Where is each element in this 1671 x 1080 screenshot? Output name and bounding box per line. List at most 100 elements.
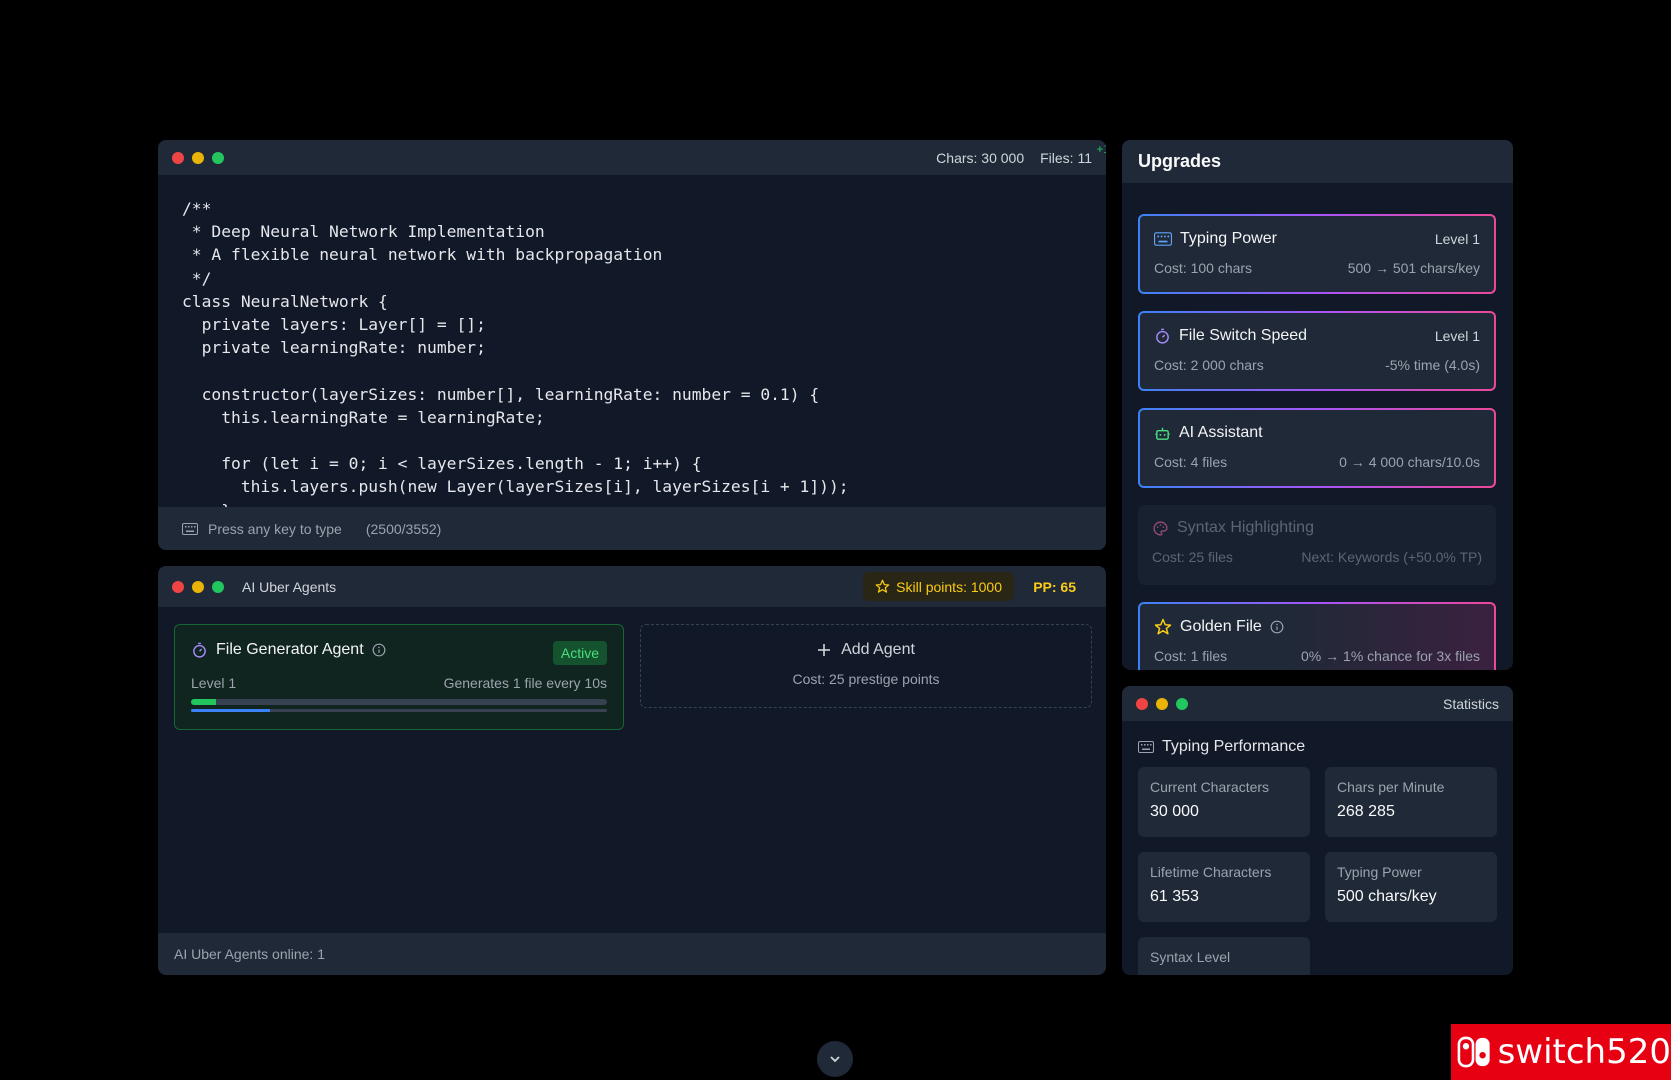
- files-delta: +1: [1096, 142, 1106, 156]
- stat-value: 268 285: [1337, 803, 1395, 820]
- watermark: switch520: [1451, 1024, 1671, 1080]
- upgrade-cost: Cost: 100 chars: [1154, 260, 1253, 276]
- keyboard-icon: [1138, 741, 1154, 753]
- close-dot[interactable]: [1136, 697, 1148, 710]
- upgrade-typing-power[interactable]: Typing Power Level 1 Cost: 100 chars 500…: [1138, 214, 1496, 294]
- stat-value: 30 000: [1150, 803, 1199, 820]
- agents-footer: AI Uber Agents online: 1: [158, 933, 1106, 975]
- upgrades-title: Upgrades: [1122, 140, 1513, 183]
- stat-label: Syntax Level: [1150, 949, 1231, 965]
- upgrade-name: Golden File: [1180, 618, 1262, 635]
- typing-progress: (2500/3552): [365, 520, 442, 537]
- statistics-title: Statistics: [1442, 695, 1499, 712]
- minimize-dot[interactable]: [192, 151, 204, 164]
- skill-points-label: Skill points: 1000: [896, 578, 1002, 595]
- stat-current-characters: Current Characters 30 000: [1138, 767, 1310, 837]
- code-editor-window[interactable]: Chars: 30 000 Files: 11 +1 /** * Deep Ne…: [158, 140, 1106, 550]
- code-line: for (let i = 0; i < layerSizes.length - …: [182, 454, 702, 474]
- type-hint: Press any key to type: [208, 520, 342, 537]
- upgrade-golden-file[interactable]: Golden File Cost: 1 files 0% → 1% chance…: [1138, 602, 1496, 670]
- upgrade-cost: Cost: 2 000 chars: [1154, 357, 1264, 373]
- code-line: private layers: Layer[] = [];: [182, 315, 486, 335]
- code-line: * Deep Neural Network Implementation: [182, 222, 545, 242]
- add-agent-label: Add Agent: [841, 641, 915, 658]
- maximize-dot[interactable]: [212, 580, 224, 593]
- watermark-text: switch520: [1497, 1032, 1671, 1072]
- code-line: class NeuralNetwork {: [182, 291, 388, 311]
- stat-label: Lifetime Characters: [1150, 864, 1272, 880]
- upgrade-name: AI Assistant: [1179, 424, 1263, 441]
- scroll-down-button[interactable]: [817, 1041, 853, 1077]
- minimize-dot[interactable]: [1156, 697, 1168, 710]
- prestige-points: PP: 65: [1033, 578, 1076, 595]
- code-line: private learningRate: number;: [182, 338, 486, 358]
- code-line: this.layers.push(new Layer(layerSizes[i]…: [182, 477, 849, 497]
- keyboard-icon: [182, 522, 198, 535]
- upgrade-level: Level 1: [1434, 231, 1480, 247]
- upgrades-panel: Upgrades Typing Power Level 1 Cost: 100 …: [1122, 140, 1513, 670]
- chevron-down-icon: [830, 1056, 840, 1063]
- stat-typing-power: Typing Power 500 chars/key: [1325, 852, 1497, 922]
- upgrade-cost: Cost: 1 files: [1154, 648, 1228, 664]
- statistics-titlebar: Statistics: [1122, 686, 1513, 721]
- timer-icon: [1156, 328, 1169, 344]
- stat-value: 500 chars/key: [1337, 888, 1437, 905]
- chars-counter: Chars: 30 000: [936, 149, 1025, 166]
- code-line: /**: [182, 199, 212, 218]
- upgrade-file-switch-speed[interactable]: File Switch Speed Level 1 Cost: 2 000 ch…: [1138, 311, 1496, 391]
- robot-icon: [1155, 427, 1170, 440]
- maximize-dot[interactable]: [212, 151, 224, 164]
- close-dot[interactable]: [172, 151, 184, 164]
- code-line: */: [182, 268, 212, 288]
- stat-label: Current Characters: [1150, 779, 1270, 795]
- switch-logo-icon: [1457, 1036, 1490, 1068]
- upgrade-effect: Next: Keywords (+50.0% TP): [1301, 549, 1482, 565]
- agent-level: Level 1: [191, 675, 237, 691]
- agent-progress-bar: [191, 699, 607, 705]
- agent-description: Generates 1 file every 10s: [443, 675, 607, 691]
- upgrade-syntax-highlighting[interactable]: Syntax Highlighting Cost: 25 files Next:…: [1138, 505, 1496, 585]
- info-icon[interactable]: [1270, 620, 1284, 634]
- star-icon: [875, 579, 890, 593]
- upgrade-level: Level 1: [1434, 328, 1480, 344]
- info-icon[interactable]: [372, 643, 386, 657]
- upgrade-effect: 0% → 1% chance for 3x files: [1301, 648, 1480, 664]
- agent-progress-fill: [191, 699, 216, 705]
- code-line: this.learningRate = learningRate;: [182, 407, 545, 427]
- section-label: Typing Performance: [1162, 738, 1306, 755]
- editor-titlebar: Chars: 30 000 Files: 11 +1: [158, 140, 1106, 175]
- agents-window: AI Uber Agents Skill points: 1000 PP: 65…: [158, 566, 1106, 975]
- code-line: * A flexible neural network with backpro…: [182, 245, 663, 265]
- stat-value: 61 353: [1150, 888, 1199, 905]
- code-line: constructor(layerSizes: number[], learni…: [182, 384, 820, 404]
- agents-title: AI Uber Agents: [242, 578, 337, 595]
- code-line: }: [182, 499, 1082, 507]
- upgrade-ai-assistant[interactable]: AI Assistant Cost: 4 files 0 → 4 000 cha…: [1138, 408, 1496, 488]
- upgrade-name: Typing Power: [1180, 230, 1277, 247]
- upgrade-cost: Cost: 25 files: [1152, 549, 1233, 565]
- agent-timer-fill: [191, 709, 271, 712]
- upgrade-cost: Cost: 4 files: [1154, 454, 1228, 470]
- upgrade-name: File Switch Speed: [1179, 327, 1308, 344]
- files-counter: Files: 11: [1040, 149, 1092, 166]
- code-area[interactable]: /** * Deep Neural Network Implementation…: [158, 175, 1106, 507]
- stat-label: Typing Power: [1337, 864, 1422, 880]
- upgrade-effect: 0 → 4 000 chars/10.0s: [1339, 454, 1480, 470]
- statistics-window: Statistics Typing Performance Current Ch…: [1122, 686, 1513, 975]
- maximize-dot[interactable]: [1176, 697, 1188, 710]
- plus-icon: [818, 644, 831, 656]
- stat-lifetime-characters: Lifetime Characters 61 353: [1138, 852, 1310, 922]
- add-agent-button[interactable]: Add Agent Cost: 25 prestige points: [640, 624, 1092, 708]
- agent-card[interactable]: File Generator Agent Active Level 1 Gene…: [174, 624, 624, 730]
- upgrade-name: Syntax Highlighting: [1177, 519, 1314, 536]
- minimize-dot[interactable]: [192, 580, 204, 593]
- status-badge: Active: [552, 641, 607, 665]
- stat-chars-per-minute: Chars per Minute 268 285: [1325, 767, 1497, 837]
- stat-syntax-level: Syntax Level: [1138, 937, 1310, 975]
- close-dot[interactable]: [172, 580, 184, 593]
- palette-icon: [1153, 520, 1168, 536]
- agent-name: File Generator Agent: [216, 641, 364, 658]
- stat-label: Chars per Minute: [1337, 779, 1445, 795]
- star-icon: [1154, 618, 1172, 635]
